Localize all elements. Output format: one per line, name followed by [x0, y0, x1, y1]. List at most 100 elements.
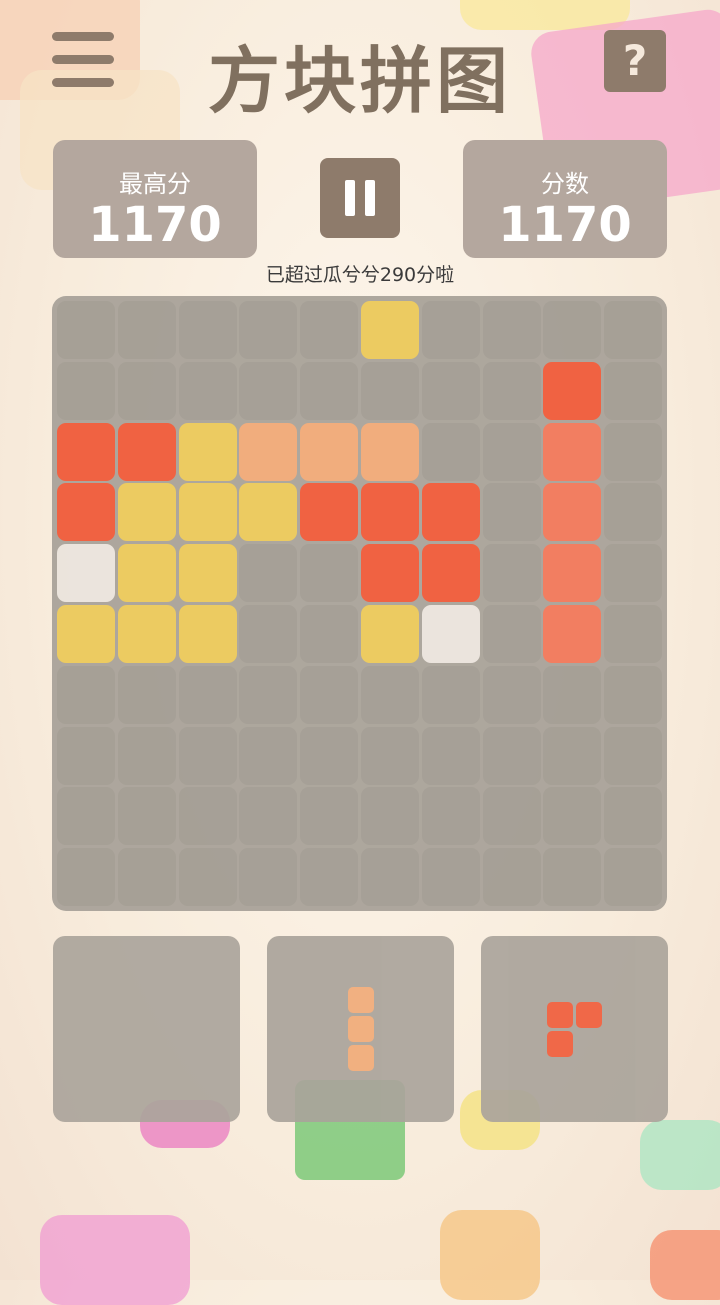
- board-cell-empty[interactable]: [543, 301, 602, 359]
- board-block-red[interactable]: [361, 483, 419, 542]
- board-block-salmon[interactable]: [543, 422, 602, 481]
- board-cell-empty[interactable]: [300, 544, 359, 603]
- pause-button[interactable]: [320, 158, 400, 238]
- board-cell-empty[interactable]: [604, 665, 663, 724]
- board-block-white[interactable]: [57, 544, 115, 603]
- board-cell-empty[interactable]: [117, 726, 176, 785]
- board-cell-empty[interactable]: [117, 301, 176, 359]
- board-block-salmon[interactable]: [543, 483, 602, 542]
- board-cell-empty[interactable]: [361, 665, 419, 724]
- board-cell-empty[interactable]: [239, 787, 298, 846]
- piece-tray-1[interactable]: [53, 936, 240, 1122]
- board-block-red[interactable]: [300, 483, 359, 542]
- board-cell-empty[interactable]: [482, 361, 541, 420]
- board-cell-empty[interactable]: [543, 787, 602, 846]
- board-block-red[interactable]: [361, 544, 419, 603]
- board-cell-empty[interactable]: [178, 301, 237, 359]
- board-block-yellow[interactable]: [178, 422, 237, 481]
- board-cell-empty[interactable]: [604, 361, 663, 420]
- board-cell-empty[interactable]: [117, 787, 176, 846]
- board-block-yellow[interactable]: [361, 605, 419, 663]
- board-cell-empty[interactable]: [361, 726, 419, 785]
- board-cell-empty[interactable]: [543, 848, 602, 907]
- board-block-yellow[interactable]: [117, 605, 176, 663]
- board-cell-empty[interactable]: [421, 301, 480, 359]
- board-cell-empty[interactable]: [239, 665, 298, 724]
- board-cell-empty[interactable]: [482, 544, 541, 603]
- board-cell-empty[interactable]: [604, 544, 663, 603]
- board-block-peach[interactable]: [361, 422, 419, 481]
- piece-block-peach[interactable]: [347, 1016, 374, 1042]
- board-cell-empty[interactable]: [482, 787, 541, 846]
- board-cell-empty[interactable]: [239, 848, 298, 907]
- board-cell-empty[interactable]: [178, 787, 237, 846]
- board-cell-empty[interactable]: [239, 301, 298, 359]
- board-cell-empty[interactable]: [300, 848, 359, 907]
- board-cell-empty[interactable]: [117, 665, 176, 724]
- board-block-salmon[interactable]: [543, 544, 602, 603]
- board-cell-empty[interactable]: [57, 787, 115, 846]
- board-block-red[interactable]: [117, 422, 176, 481]
- board-block-yellow[interactable]: [178, 605, 237, 663]
- board-block-red[interactable]: [57, 422, 115, 481]
- piece-block-red[interactable]: [547, 1030, 573, 1057]
- board-cell-empty[interactable]: [178, 361, 237, 420]
- board-cell-empty[interactable]: [482, 605, 541, 663]
- board-block-red[interactable]: [543, 361, 602, 420]
- piece-block-peach[interactable]: [347, 987, 374, 1013]
- board-block-yellow[interactable]: [57, 605, 115, 663]
- board-block-yellow[interactable]: [361, 301, 419, 359]
- board-cell-empty[interactable]: [604, 848, 663, 907]
- board-cell-empty[interactable]: [361, 848, 419, 907]
- board-cell-empty[interactable]: [361, 361, 419, 420]
- board-cell-empty[interactable]: [421, 726, 480, 785]
- board-block-yellow[interactable]: [117, 544, 176, 603]
- board-cell-empty[interactable]: [117, 848, 176, 907]
- board-cell-empty[interactable]: [421, 361, 480, 420]
- board-cell-empty[interactable]: [239, 544, 298, 603]
- board-cell-empty[interactable]: [604, 787, 663, 846]
- board-cell-empty[interactable]: [300, 301, 359, 359]
- board-cell-empty[interactable]: [178, 726, 237, 785]
- board-cell-empty[interactable]: [482, 726, 541, 785]
- board-block-peach[interactable]: [300, 422, 359, 481]
- board-cell-empty[interactable]: [421, 787, 480, 846]
- board-cell-empty[interactable]: [300, 726, 359, 785]
- board-cell-empty[interactable]: [421, 665, 480, 724]
- board-cell-empty[interactable]: [604, 605, 663, 663]
- board-block-red[interactable]: [421, 544, 480, 603]
- board-cell-empty[interactable]: [239, 605, 298, 663]
- board-cell-empty[interactable]: [57, 848, 115, 907]
- board-cell-empty[interactable]: [604, 301, 663, 359]
- board-cell-empty[interactable]: [482, 848, 541, 907]
- board-block-peach[interactable]: [239, 422, 298, 481]
- board-cell-empty[interactable]: [178, 848, 237, 907]
- board-cell-empty[interactable]: [57, 301, 115, 359]
- piece-block-red[interactable]: [576, 1001, 602, 1028]
- board-block-yellow[interactable]: [178, 483, 237, 542]
- help-button[interactable]: ?: [604, 30, 666, 92]
- board-cell-empty[interactable]: [300, 361, 359, 420]
- board-block-yellow[interactable]: [117, 483, 176, 542]
- board-cell-empty[interactable]: [482, 483, 541, 542]
- board-cell-empty[interactable]: [57, 665, 115, 724]
- game-board[interactable]: [52, 296, 667, 911]
- board-block-red[interactable]: [421, 483, 480, 542]
- board-cell-empty[interactable]: [482, 665, 541, 724]
- board-cell-empty[interactable]: [57, 726, 115, 785]
- board-cell-empty[interactable]: [604, 483, 663, 542]
- board-cell-empty[interactable]: [178, 665, 237, 724]
- piece-tray-2[interactable]: [267, 936, 454, 1122]
- board-cell-empty[interactable]: [117, 361, 176, 420]
- board-cell-empty[interactable]: [361, 787, 419, 846]
- board-cell-empty[interactable]: [300, 787, 359, 846]
- board-cell-empty[interactable]: [543, 726, 602, 785]
- board-cell-empty[interactable]: [482, 301, 541, 359]
- board-cell-empty[interactable]: [543, 665, 602, 724]
- board-cell-empty[interactable]: [604, 422, 663, 481]
- board-block-yellow[interactable]: [178, 544, 237, 603]
- board-cell-empty[interactable]: [482, 422, 541, 481]
- board-cell-empty[interactable]: [421, 848, 480, 907]
- board-cell-empty[interactable]: [421, 422, 480, 481]
- board-cell-empty[interactable]: [300, 605, 359, 663]
